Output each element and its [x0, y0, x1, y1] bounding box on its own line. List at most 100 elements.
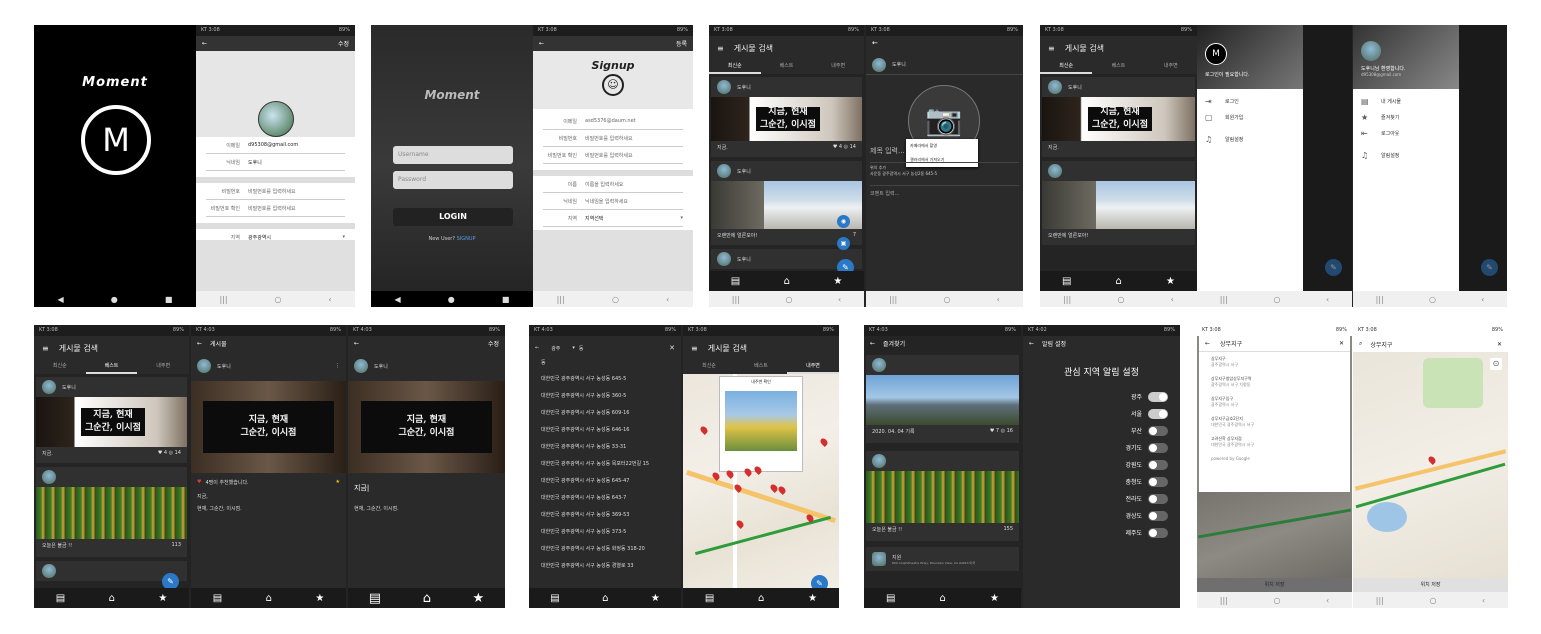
region-toggle[interactable] [1148, 425, 1168, 436]
recents-icon[interactable]: ||| [889, 295, 897, 304]
map-pin[interactable] [819, 437, 829, 447]
save-location-button[interactable]: 위치 저장 [1353, 578, 1508, 592]
recents-icon[interactable]: ||| [1220, 596, 1228, 605]
back-arrow-icon[interactable]: ← [197, 340, 202, 347]
place-search-input[interactable]: 상무지구 [1220, 339, 1242, 348]
menu-join[interactable]: ▢ 회원가입 [1197, 109, 1303, 125]
menu-icon[interactable]: ≡ [717, 44, 724, 53]
home-icon[interactable]: ⌂ [758, 593, 764, 604]
home-icon[interactable]: ● [111, 295, 118, 304]
region-toggle[interactable] [1148, 442, 1168, 453]
tab-nearby[interactable]: 내주변 [1145, 60, 1197, 74]
home-icon[interactable]: ○ [943, 295, 950, 304]
gallery-icon[interactable]: ▤ [550, 593, 559, 604]
region-toggle[interactable] [1148, 459, 1168, 470]
back-arrow-icon[interactable]: ← [872, 39, 878, 47]
gallery-icon[interactable]: ▤ [369, 591, 381, 606]
signup-link[interactable]: SIGNUP [457, 236, 476, 242]
nick-field[interactable]: 도후니 [248, 159, 262, 166]
home-icon[interactable]: ○ [1429, 596, 1436, 605]
gallery-fab[interactable]: ▣ [837, 237, 850, 250]
camera-fab[interactable]: ◉ [837, 215, 850, 228]
back-icon[interactable]: ‹ [838, 295, 841, 304]
back-arrow-icon[interactable]: ← [535, 345, 539, 351]
write-fab[interactable]: ✎ [1325, 259, 1342, 276]
tab-best[interactable]: 베스트 [735, 360, 787, 374]
list-item[interactable]: 대한민국 광주광역시 서구 농성동 609-16 [529, 405, 681, 422]
recents-icon[interactable]: ||| [1220, 295, 1228, 304]
list-item[interactable]: 상무지구청암상무지구역 광주광역시 서구 치평동 [1199, 372, 1350, 392]
list-item[interactable]: 대한민국 광주광역시 서구 농성동 645-47 [529, 473, 681, 490]
chevron-down-icon[interactable]: ▾ [572, 345, 575, 351]
home-icon[interactable]: ○ [1273, 295, 1280, 304]
tab-latest[interactable]: 최신순 [34, 360, 86, 374]
map-search-input[interactable]: 상무지구 [1370, 340, 1392, 349]
menu-icon[interactable]: ≡ [42, 344, 49, 353]
list-item[interactable]: 대한민국 광주광역시 서구 농성동 경열로 33 [529, 558, 681, 575]
home-icon[interactable]: ○ [1117, 295, 1124, 304]
back-arrow-icon[interactable]: ← [1029, 340, 1034, 347]
gallery-icon[interactable]: ▤ [213, 593, 222, 604]
back-icon[interactable]: ‹ [1326, 596, 1329, 605]
menu-icon[interactable]: ≡ [1048, 44, 1055, 53]
back-icon[interactable]: ‹ [328, 295, 331, 304]
star-icon[interactable]: ★ [990, 593, 999, 604]
tab-nearby[interactable]: 내주변 [137, 360, 189, 374]
home-icon[interactable]: ⌂ [602, 593, 608, 604]
tab-best[interactable]: 베스트 [761, 60, 813, 74]
region-toggle[interactable] [1148, 527, 1168, 538]
post-card[interactable]: 오늘은 불금 !! 113 [36, 467, 187, 557]
email-input[interactable]: asd5376@daum.net [585, 118, 636, 124]
username-input[interactable]: Username [393, 146, 513, 164]
name-input[interactable]: 이름을 입력하세요 [585, 181, 623, 188]
pwc-input[interactable]: 비밀번호를 입력하세요 [585, 152, 633, 159]
gu-select[interactable]: 동 [579, 345, 584, 352]
content-input[interactable]: 코멘트 입력... [870, 185, 1019, 197]
tab-best[interactable]: 베스트 [85, 360, 138, 374]
edit-button[interactable]: 수정 [338, 39, 349, 48]
back-icon[interactable]: ‹ [666, 295, 669, 304]
home-icon[interactable]: ● [448, 295, 455, 304]
map-pin[interactable] [699, 425, 709, 435]
write-fab[interactable]: ✎ [1481, 259, 1498, 276]
tab-nearby[interactable]: 내주변 [812, 60, 864, 74]
star-icon[interactable]: ★ [473, 591, 485, 606]
menu-icon[interactable]: ≡ [691, 344, 698, 353]
star-icon[interactable]: ★ [158, 593, 167, 604]
post-card[interactable]: 도후니 지금, 현재 그순간, 이시점 지금. ♥ 4 ◎ 14 [711, 77, 862, 157]
post-card[interactable]: 오랜만에 얼른모아! [1042, 161, 1195, 245]
close-icon[interactable]: ✕ [669, 344, 675, 352]
map-pin[interactable] [1427, 455, 1437, 465]
recents-icon[interactable]: ||| [557, 295, 565, 304]
nick-input[interactable]: 닉네임을 입력하세요 [585, 198, 628, 205]
back-icon[interactable]: ‹ [1326, 295, 1329, 304]
region-toggle[interactable] [1148, 408, 1168, 419]
star-icon[interactable]: ★ [808, 593, 817, 604]
menu-alarm[interactable]: ♫ 알림설정 [1197, 131, 1303, 147]
login-button[interactable]: LOGIN [393, 208, 513, 226]
home-icon[interactable]: ○ [1273, 596, 1280, 605]
back-icon[interactable]: ◀ [395, 295, 401, 304]
home-icon[interactable]: ○ [274, 295, 281, 304]
back-arrow-icon[interactable]: ← [1205, 340, 1210, 347]
home-icon[interactable]: ⌂ [109, 593, 115, 604]
recents-icon[interactable]: ||| [219, 295, 227, 304]
edit-title-input[interactable]: 지금| [354, 483, 369, 493]
region-toggle[interactable] [1148, 391, 1168, 402]
map-view[interactable]: 내주변 확인 [683, 374, 839, 588]
home-icon[interactable]: ⌂ [1116, 276, 1122, 287]
back-arrow-icon[interactable]: ← [202, 40, 207, 47]
region-toggle[interactable] [1148, 493, 1168, 504]
recents-icon[interactable]: ■ [165, 295, 173, 304]
region-select[interactable]: 지역선택 [585, 215, 603, 222]
tab-latest[interactable]: 최신순 [709, 60, 761, 74]
home-icon[interactable]: ○ [1429, 295, 1436, 304]
post-card[interactable]: 도후니 지금, 현재 그순간, 이시점 지금. [1042, 77, 1195, 157]
home-icon[interactable]: ○ [785, 295, 792, 304]
back-icon[interactable]: ◀ [58, 295, 64, 304]
tab-latest[interactable]: 최신순 [683, 360, 735, 374]
region-toggle[interactable] [1148, 476, 1168, 487]
back-arrow-icon[interactable]: ← [539, 40, 544, 47]
back-arrow-icon[interactable]: ← [870, 340, 875, 347]
menu-my-posts[interactable]: ▤ 내 게시물 [1353, 93, 1459, 109]
